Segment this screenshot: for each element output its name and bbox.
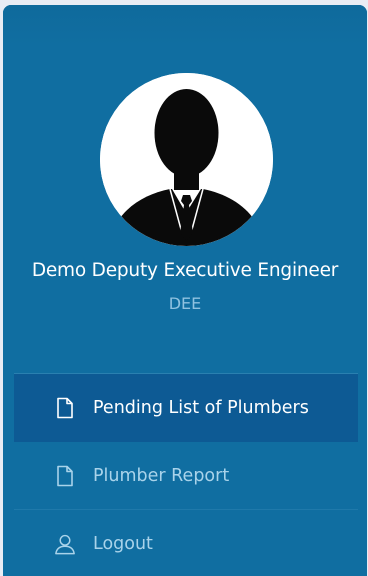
menu-item-label: Logout	[93, 533, 153, 554]
user-role: DEE	[168, 294, 202, 313]
menu-item-logout[interactable]: Logout	[14, 510, 358, 576]
avatar	[100, 73, 273, 246]
menu-item-label: Plumber Report	[93, 465, 230, 486]
sidebar-menu: Pending List of Plumbers Plumber Report …	[14, 373, 358, 576]
menu-item-pending-list[interactable]: Pending List of Plumbers	[14, 374, 358, 442]
user-silhouette-icon	[100, 73, 273, 246]
user-icon	[54, 532, 76, 556]
panel-header-shade	[3, 5, 367, 45]
menu-item-plumber-report[interactable]: Plumber Report	[14, 442, 358, 510]
user-name: Demo Deputy Executive Engineer	[31, 260, 339, 281]
menu-item-label: Pending List of Plumbers	[93, 397, 309, 418]
document-icon	[54, 464, 76, 488]
document-icon	[54, 396, 76, 420]
sidebar-panel: Demo Deputy Executive Engineer DEE Pendi…	[3, 5, 367, 576]
